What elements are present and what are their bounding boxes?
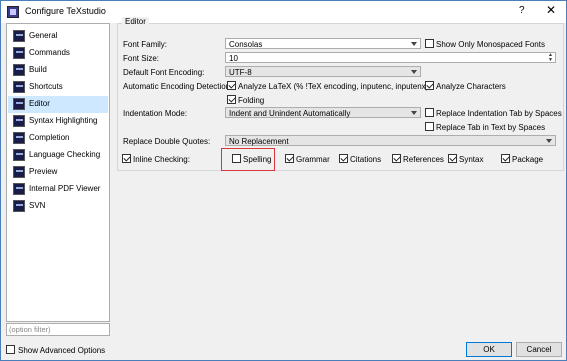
build-icon — [13, 64, 25, 76]
references-checkbox[interactable] — [392, 154, 401, 163]
font-size-spinbox[interactable]: 10 ▲ ▼ — [225, 52, 556, 63]
syntax-highlighting-icon — [13, 115, 25, 127]
help-button[interactable]: ? — [519, 5, 525, 16]
sidebar-item-label: Editor — [29, 99, 50, 108]
analyze-characters-label: Analyze Characters — [436, 82, 506, 91]
indentation-mode-label: Indentation Mode: — [123, 109, 188, 118]
replace-quotes-value: No Replacement — [229, 137, 289, 146]
show-monospaced-checkbox[interactable] — [425, 39, 434, 48]
chevron-down-icon — [411, 70, 417, 74]
spelling-label: Spelling — [243, 155, 272, 164]
shortcuts-icon — [13, 81, 25, 93]
syntax-checkbox[interactable] — [448, 154, 457, 163]
sidebar-item-label: Syntax Highlighting — [29, 116, 98, 125]
sidebar-item-label: Language Checking — [29, 150, 101, 159]
settings-category-list[interactable]: General Commands Build Shortcuts Editor … — [6, 23, 110, 322]
texstudio-app-icon — [7, 6, 19, 18]
ok-button[interactable]: OK — [466, 342, 512, 357]
auto-encoding-label: Automatic Encoding Detection — [123, 82, 231, 91]
general-icon — [13, 30, 25, 42]
chevron-down-icon — [411, 111, 417, 115]
window-title: Configure TeXstudio — [25, 6, 106, 16]
grammar-checkbox[interactable] — [285, 154, 294, 163]
sidebar-item-completion[interactable]: Completion — [8, 130, 108, 147]
sidebar-item-language-checking[interactable]: Language Checking — [8, 147, 108, 164]
default-encoding-combo[interactable]: UTF-8 — [225, 66, 421, 77]
sidebar-item-svn[interactable]: SVN — [8, 198, 108, 215]
folding-checkbox[interactable] — [227, 95, 236, 104]
font-size-value: 10 — [229, 54, 238, 63]
indentation-mode-value: Indent and Unindent Automatically — [229, 109, 351, 118]
citations-checkbox[interactable] — [339, 154, 348, 163]
sidebar-item-general[interactable]: General — [8, 28, 108, 45]
default-encoding-value: UTF-8 — [229, 68, 252, 77]
sidebar-item-label: Preview — [29, 167, 58, 176]
chevron-down-icon — [411, 42, 417, 46]
replace-quotes-label: Replace Double Quotes: — [123, 137, 211, 146]
sidebar-item-label: Internal PDF Viewer — [29, 184, 101, 193]
package-label: Package — [512, 155, 544, 164]
show-monospaced-label: Show Only Monospaced Fonts — [436, 40, 545, 49]
sidebar-item-label: Completion — [29, 133, 70, 142]
folding-label: Folding — [238, 96, 265, 105]
font-family-value: Consolas — [229, 40, 263, 49]
inline-checking-label: Inline Checking: — [133, 155, 190, 164]
pdf-viewer-icon — [13, 183, 25, 195]
sidebar-item-label: Build — [29, 65, 47, 74]
font-family-combo[interactable]: Consolas — [225, 38, 421, 49]
svn-icon — [13, 200, 25, 212]
replace-quotes-combo[interactable]: No Replacement — [225, 135, 556, 146]
show-advanced-checkbox[interactable] — [6, 345, 15, 354]
sidebar-item-label: SVN — [29, 201, 46, 210]
sidebar-item-label: Shortcuts — [29, 82, 63, 91]
indentation-mode-combo[interactable]: Indent and Unindent Automatically — [225, 107, 421, 118]
preview-icon — [13, 166, 25, 178]
editor-group-title: Editor — [122, 17, 149, 26]
font-family-label: Font Family: — [123, 40, 168, 49]
font-size-label: Font Size: — [123, 54, 160, 63]
citations-label: Citations — [350, 155, 382, 164]
language-checking-icon — [13, 149, 25, 161]
replace-tab-text-label: Replace Tab in Text by Spaces — [436, 123, 546, 132]
sidebar-item-commands[interactable]: Commands — [8, 45, 108, 62]
title-bar: Configure TeXstudio ? ✕ — [1, 1, 566, 23]
sidebar-item-syntax-highlighting[interactable]: Syntax Highlighting — [8, 113, 108, 130]
replace-indentation-tab-label: Replace Indentation Tab by Spaces — [436, 109, 562, 118]
sidebar-item-label: General — [29, 31, 58, 40]
syntax-label: Syntax — [459, 155, 484, 164]
sidebar-item-internal-pdf-viewer[interactable]: Internal PDF Viewer — [8, 181, 108, 198]
spin-arrows-icon[interactable]: ▲ ▼ — [548, 53, 553, 63]
analyze-characters-checkbox[interactable] — [425, 81, 434, 90]
spelling-checkbox[interactable] — [232, 154, 241, 163]
commands-icon — [13, 47, 25, 59]
replace-tab-text-checkbox[interactable] — [425, 122, 434, 131]
sidebar-item-build[interactable]: Build — [8, 62, 108, 79]
completion-icon — [13, 132, 25, 144]
chevron-down-icon — [546, 139, 552, 143]
configure-dialog: Configure TeXstudio ? ✕ General Commands… — [0, 0, 567, 361]
close-button[interactable]: ✕ — [546, 3, 556, 17]
grammar-label: Grammar — [296, 155, 330, 164]
sidebar-item-label: Commands — [29, 48, 70, 57]
package-checkbox[interactable] — [501, 154, 510, 163]
inline-checking-checkbox[interactable] — [122, 154, 131, 163]
cancel-button[interactable]: Cancel — [516, 342, 562, 357]
option-filter-input[interactable]: (option filter) — [6, 323, 110, 336]
references-label: References — [403, 155, 444, 164]
editor-icon — [13, 98, 25, 110]
replace-indentation-tab-checkbox[interactable] — [425, 108, 434, 117]
analyze-latex-checkbox[interactable] — [227, 81, 236, 90]
sidebar-item-shortcuts[interactable]: Shortcuts — [8, 79, 108, 96]
sidebar-item-editor[interactable]: Editor — [8, 96, 108, 113]
show-advanced-label: Show Advanced Options — [18, 346, 106, 355]
analyze-latex-label: Analyze LaTeX (% !TeX encoding, inputenc… — [238, 82, 429, 91]
sidebar-item-preview[interactable]: Preview — [8, 164, 108, 181]
default-encoding-label: Default Font Encoding: — [123, 68, 205, 77]
